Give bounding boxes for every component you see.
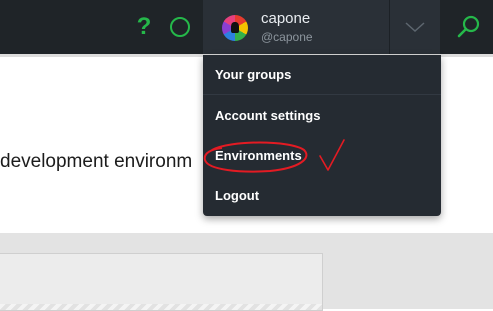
avatar bbox=[222, 15, 248, 41]
dropdown-toggle-button[interactable] bbox=[389, 0, 440, 54]
menu-item-account-settings[interactable]: Account settings bbox=[203, 96, 441, 136]
menu-item-logout[interactable]: Logout bbox=[203, 176, 441, 216]
help-icon[interactable]: ? bbox=[134, 14, 154, 40]
status-circle-icon[interactable] bbox=[170, 17, 190, 37]
menu-item-environments[interactable]: Environments bbox=[203, 136, 441, 176]
user-handle: @capone bbox=[261, 30, 313, 44]
top-navigation-bar: ? capone @capone bbox=[0, 0, 493, 55]
user-menu-toggle[interactable]: capone @capone bbox=[203, 0, 389, 54]
chevron-down-icon bbox=[405, 22, 425, 33]
page-heading-text: development environm bbox=[0, 151, 193, 172]
search-icon[interactable] bbox=[457, 15, 481, 39]
content-panel bbox=[0, 253, 323, 311]
menu-item-your-groups[interactable]: Your groups bbox=[203, 55, 441, 95]
panel-stripe bbox=[0, 304, 322, 310]
username: capone bbox=[261, 10, 311, 27]
user-dropdown-menu: Your groups Account settings Environment… bbox=[203, 55, 441, 216]
